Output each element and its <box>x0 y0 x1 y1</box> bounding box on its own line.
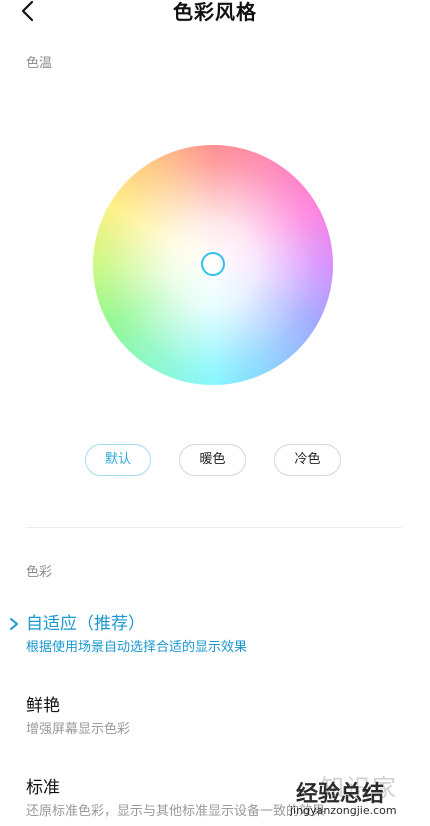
preset-cool-button[interactable]: 冷色 <box>274 444 341 476</box>
divider <box>26 527 402 528</box>
option-title: 自适应（推荐） <box>26 614 145 634</box>
option-vivid[interactable]: 鲜艳 增强屏幕显示色彩 <box>0 695 430 741</box>
option-desc: 增强屏幕显示色彩 <box>26 722 131 737</box>
chevron-right-icon <box>10 618 18 630</box>
preset-warm-button[interactable]: 暖色 <box>179 444 246 476</box>
option-title: 鲜艳 <box>26 696 60 716</box>
option-desc: 根据使用场景自动选择合适的显示效果 <box>26 640 248 655</box>
preset-default-button[interactable]: 默认 <box>85 444 151 476</box>
option-title: 标准 <box>26 778 60 798</box>
color-section-label: 色彩 <box>26 565 53 580</box>
option-adaptive[interactable]: 自适应（推荐） 根据使用场景自动选择合适的显示效果 <box>0 613 430 659</box>
wheel-cursor-handle[interactable] <box>201 252 225 276</box>
color-temp-wheel[interactable] <box>93 145 333 385</box>
page-title: 色彩风格 <box>173 0 257 24</box>
option-standard[interactable]: 标准 还原标准色彩，显示与其他标准显示设备一致的效果 <box>0 777 430 823</box>
option-desc: 还原标准色彩，显示与其他标准显示设备一致的效果 <box>26 804 326 819</box>
color-style-page: 色彩风格 色温 默认 暖色 冷色 色彩 自适应（推荐） 根据使用场景自动选择合适… <box>0 0 430 826</box>
color-temp-section-label: 色温 <box>26 56 53 71</box>
header: 色彩风格 <box>0 0 430 26</box>
